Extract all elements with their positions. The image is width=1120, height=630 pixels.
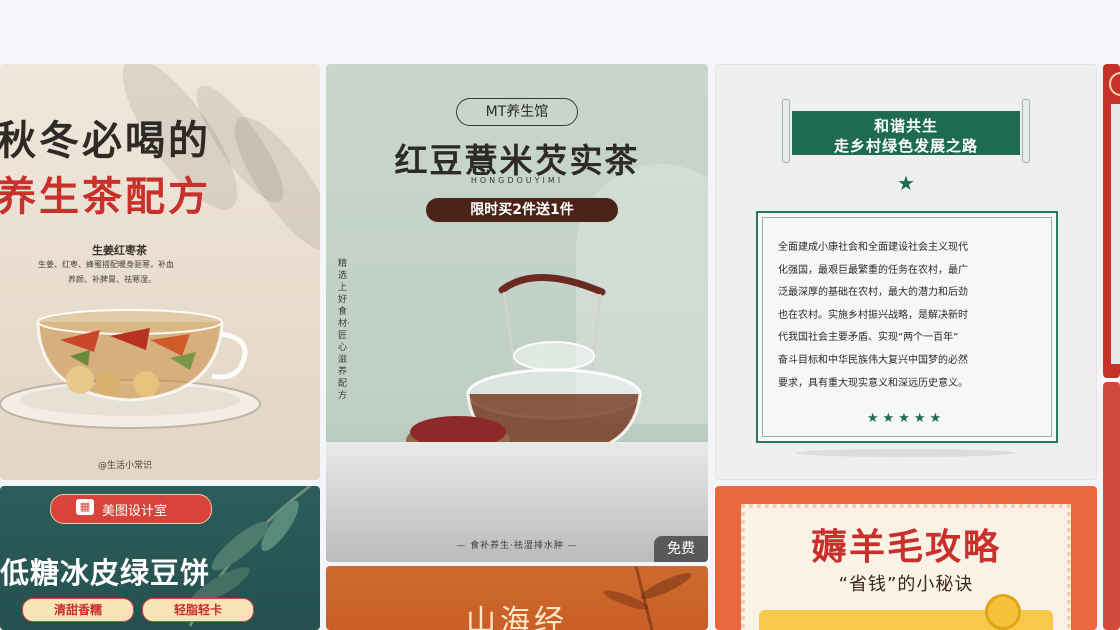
banner-line2: 走乡村绿色发展之路 — [833, 137, 978, 155]
product-pinyin: HONGDOUYIMI — [470, 176, 564, 185]
banner-line1: 和谐共生 — [873, 117, 938, 135]
feature-chip-1: 清甜香糯 — [22, 598, 134, 622]
card-title-line1: 秋冬必喝的 — [0, 118, 211, 164]
template-card-tea-recipe[interactable]: 秋冬必喝的 养生茶配方 生姜红枣茶 生姜、红枣、蜂蜜搭配暖身驱寒，补血 养颜、补… — [0, 64, 320, 480]
free-badge: 免费 — [654, 536, 708, 562]
template-card-partial-red-2[interactable] — [1103, 382, 1120, 630]
brand-badge: MT养生馆 — [456, 98, 578, 126]
inner-panel — [1111, 104, 1120, 364]
promo-pill: 限时买2件送1件 — [426, 198, 618, 222]
card-subtitle: “省钱”的小秘诀 — [838, 574, 974, 595]
template-card-red-bean-tea[interactable]: MT养生馆 红豆薏米芡实茶 HONGDOUYIMI 限时买2件送1件 精选上好食… — [326, 64, 708, 562]
body-paragraph: 全面建成小康社会和全面建设社会主义现代 化强国，最艰巨最繁重的任务在农村，最广 … — [778, 242, 968, 389]
tea-cup-illustration — [0, 309, 261, 429]
product-title: 低糖冰皮绿豆饼 — [0, 556, 211, 590]
card-title-line2: 养生茶配方 — [0, 174, 211, 220]
shadow-decoration — [796, 449, 1016, 457]
product-title: 红豆薏米芡实茶 — [394, 141, 640, 180]
teapot-illustration — [406, 274, 642, 458]
template-card-mung-bean-cake[interactable]: ▦ 美图设计室 低糖冰皮绿豆饼 清甜香糯 轻脂轻卡 — [0, 486, 320, 630]
circle-decoration — [1109, 72, 1120, 96]
side-vertical-text: 精选上好食材·匠心滋养配方 — [338, 259, 350, 401]
template-card-money-saving[interactable]: 薅羊毛攻略 “省钱”的小秘诀 — [715, 486, 1097, 630]
recipe-name: 生姜红枣茶 — [92, 244, 147, 257]
template-card-partial-red[interactable] — [1103, 64, 1120, 378]
card-title: 薅羊毛攻略 — [810, 527, 1001, 568]
recipe-desc-line1: 生姜、红枣、蜂蜜搭配暖身驱寒，补血 — [38, 260, 174, 269]
card-footer-text: — 食补养生·祛湿排水肿 — — [456, 541, 578, 551]
rating-stars: ★★★★★ — [866, 411, 946, 426]
feature-chip-2: 轻脂轻卡 — [142, 598, 254, 622]
coin-icon — [985, 594, 1021, 630]
star-icon: ★ — [897, 171, 915, 195]
template-card-shanhaijing[interactable]: 山海经 — [326, 566, 708, 630]
recipe-desc-line2: 养颜、补脾胃、祛寒湿。 — [68, 275, 156, 284]
grid-app-icon: ▦ — [76, 499, 94, 515]
card-title: 山海经 — [466, 604, 568, 630]
credit-text: @生活小常识 — [98, 461, 153, 471]
template-card-rural-development[interactable]: 和谐共生 走乡村绿色发展之路 ★ 全面建成小康社会和全面建设社会主义现代 化强国… — [715, 64, 1097, 480]
top-bar — [0, 0, 1120, 64]
designer-tag-label: 美图设计室 — [102, 504, 168, 519]
